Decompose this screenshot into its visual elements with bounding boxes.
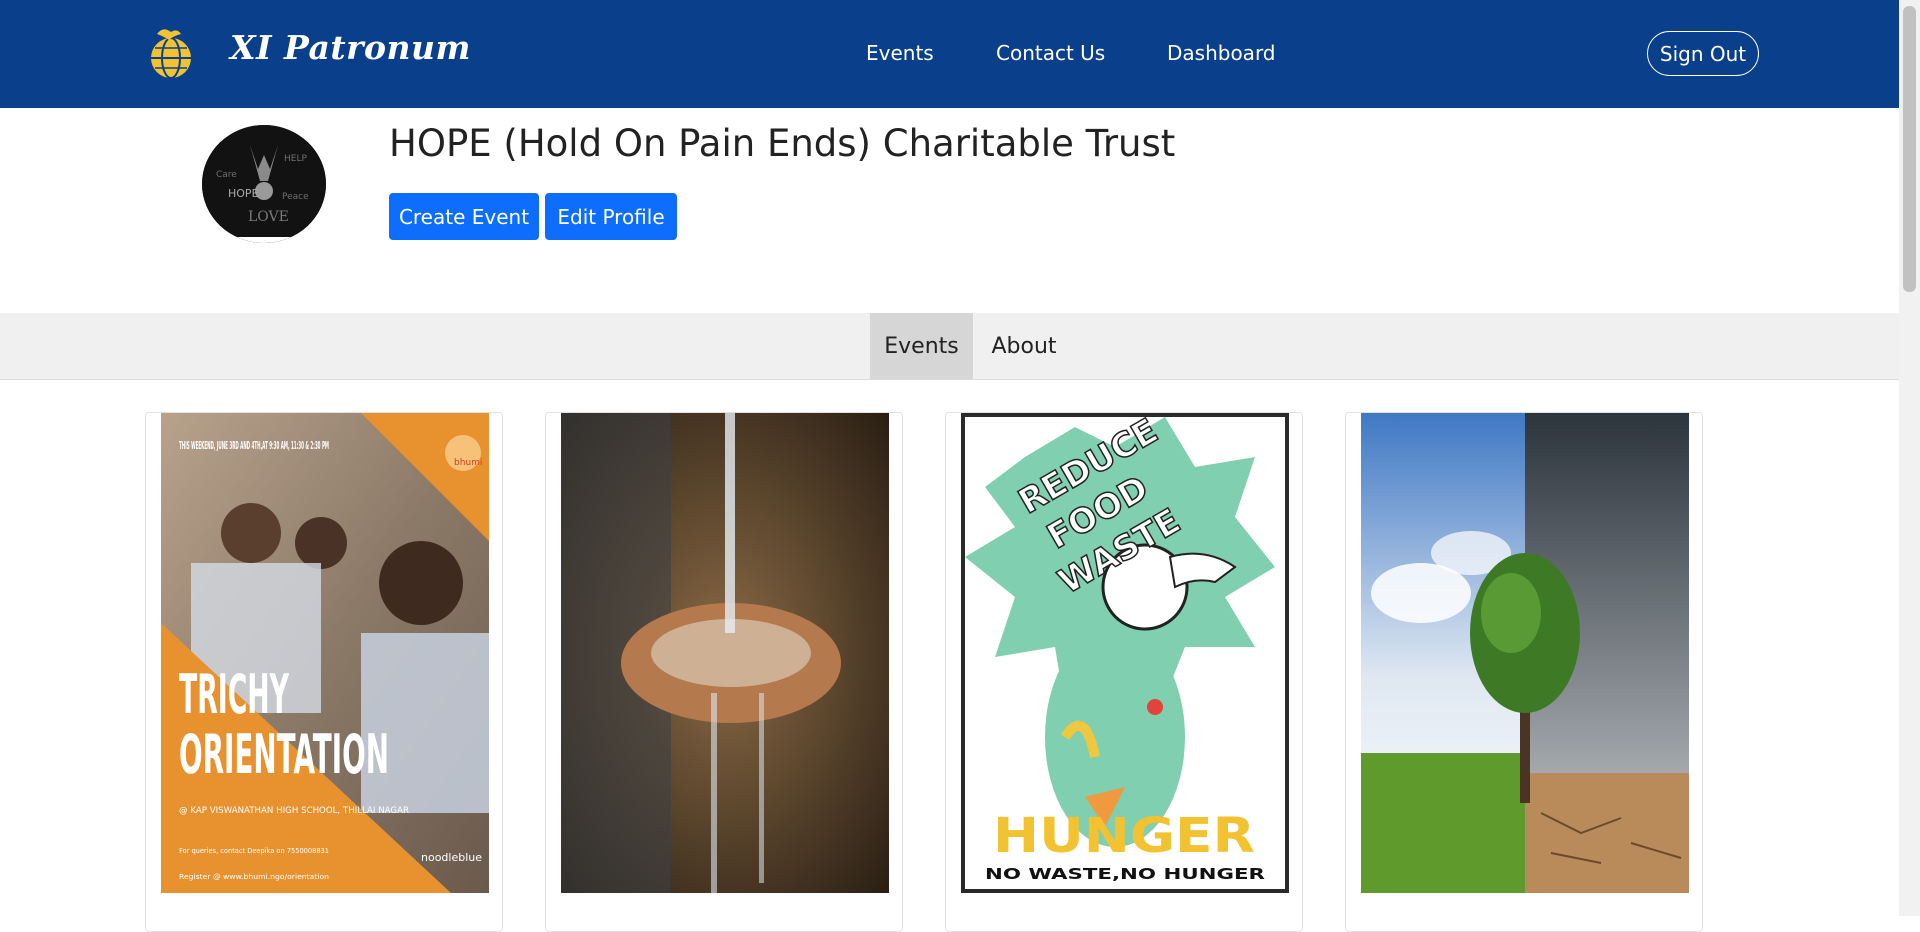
brand-name[interactable]: XI Patronum: [230, 28, 471, 67]
event-card[interactable]: REDUCE FOOD WASTE HUNGER NO WASTE,NO HUN…: [945, 412, 1303, 932]
avatar-word-love: LOVE: [248, 209, 289, 225]
create-event-button[interactable]: Create Event: [389, 193, 539, 240]
event-card[interactable]: [545, 412, 903, 932]
event-poster-art: bhumi THIS WEEKEND, JUNE 3RD AND 4TH,AT …: [161, 413, 489, 893]
event-poster-image[interactable]: [561, 413, 889, 893]
event-header-text: THIS WEEKEND, JUNE 3RD AND 4TH,AT 9:30 A…: [179, 439, 329, 452]
sponsor-logo: noodleblue: [421, 851, 482, 864]
org-avatar: Care HELP HOPE Peace LOVE: [202, 125, 326, 243]
event-card[interactable]: bhumi THIS WEEKEND, JUNE 3RD AND 4TH,AT …: [145, 412, 503, 932]
event-title-line2: ORIENTATION: [179, 723, 389, 786]
nav-link-events[interactable]: Events: [866, 41, 934, 65]
org-title: HOPE (Hold On Pain Ends) Charitable Trus…: [389, 122, 1176, 165]
scrollbar-thumb[interactable]: [1903, 6, 1916, 292]
event-poster-image[interactable]: bhumi THIS WEEKEND, JUNE 3RD AND 4TH,AT …: [161, 413, 489, 893]
navbar: XI Patronum Events Contact Us Dashboard …: [0, 0, 1899, 108]
event-register-text: Register @ www.bhumi.ngo/orientation: [179, 873, 329, 881]
poster-tagline-text: NO WASTE,NO HUNGER: [985, 865, 1266, 883]
event-venue-text: @ KAP VISWANATHAN HIGH SCHOOL, THILLAI N…: [179, 806, 409, 816]
event-card[interactable]: [1345, 412, 1703, 932]
nav-link-dashboard[interactable]: Dashboard: [1167, 41, 1276, 65]
avatar-word-help: HELP: [284, 154, 307, 164]
event-contact-text: For queries, contact Deepika on 75500088…: [179, 847, 329, 855]
sign-out-button[interactable]: Sign Out: [1647, 31, 1759, 76]
reduce-food-waste-poster: REDUCE FOOD WASTE HUNGER NO WASTE,NO HUN…: [965, 417, 1275, 883]
event-poster-image[interactable]: [1361, 413, 1689, 893]
tab-about[interactable]: About: [980, 313, 1068, 379]
avatar-image: Care HELP HOPE Peace LOVE: [202, 125, 326, 243]
poster-hunger-text: HUNGER: [993, 808, 1255, 864]
climate-tree-photo: [1361, 413, 1689, 893]
event-title-line1: TRICHY: [179, 663, 289, 726]
water-hands-photo: [561, 413, 889, 893]
event-poster-image[interactable]: REDUCE FOOD WASTE HUNGER NO WASTE,NO HUN…: [961, 413, 1289, 893]
avatar-word-peace: Peace: [282, 192, 309, 202]
avatar-word-hope: HOPE: [228, 187, 259, 200]
tab-events[interactable]: Events: [870, 313, 973, 379]
globe-dove-logo-icon[interactable]: [147, 24, 195, 82]
avatar-word-care: Care: [216, 170, 237, 180]
page-scrollbar[interactable]: [1899, 0, 1920, 916]
edit-profile-button[interactable]: Edit Profile: [545, 193, 677, 240]
profile-tabs: Events About: [0, 313, 1899, 380]
bhumi-badge: bhumi: [454, 458, 482, 468]
nav-link-contact-us[interactable]: Contact Us: [996, 41, 1105, 65]
